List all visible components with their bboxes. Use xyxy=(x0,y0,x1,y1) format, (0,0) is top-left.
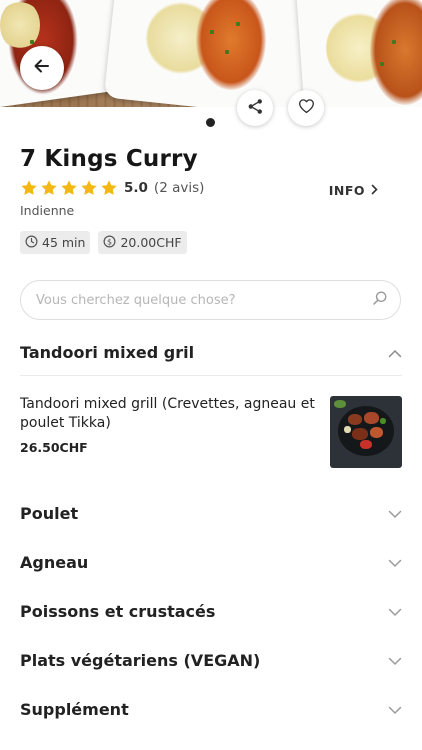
minimum-order-chip: $ 20.00CHF xyxy=(98,231,187,254)
back-button[interactable] xyxy=(20,46,64,90)
section-divider xyxy=(20,375,402,376)
rating-stars xyxy=(20,179,118,197)
section-supplement[interactable]: Supplément xyxy=(20,694,402,724)
section-label: Tandoori mixed gril xyxy=(20,342,195,362)
delivery-time-chip: 45 min xyxy=(20,231,91,254)
chevron-down-icon xyxy=(388,504,402,523)
cuisine-type: Indienne xyxy=(20,203,75,218)
share-icon xyxy=(247,98,264,119)
restaurant-name: 7 Kings Curry xyxy=(20,146,198,172)
section-poulet[interactable]: Poulet xyxy=(20,498,402,528)
dollar-circle-icon: $ xyxy=(103,235,116,251)
carousel-page-indicator xyxy=(206,118,215,127)
chevron-down-icon xyxy=(388,651,402,670)
clock-icon xyxy=(25,235,38,251)
arrow-left-icon xyxy=(32,56,52,80)
chevron-up-icon xyxy=(388,343,402,362)
restaurant-hero-image xyxy=(0,0,422,107)
star-icon xyxy=(61,180,77,195)
rating-value: 5.0 xyxy=(124,180,148,196)
chevron-down-icon xyxy=(388,602,402,621)
menu-item-name: Tandoori mixed grill (Crevettes, agneau … xyxy=(20,396,315,431)
menu-item-image xyxy=(330,396,402,468)
info-link[interactable]: INFO xyxy=(329,183,378,198)
star-icon xyxy=(81,180,97,195)
section-tandoori-mixed-gril[interactable]: Tandoori mixed gril xyxy=(20,338,402,366)
chevron-down-icon xyxy=(388,700,402,719)
minimum-order: 20.00CHF xyxy=(120,235,182,250)
rating-row: 5.0 (2 avis) xyxy=(20,179,204,197)
chevron-right-icon xyxy=(371,183,378,198)
search-icon[interactable] xyxy=(372,290,388,310)
section-poissons-et-crustaces[interactable]: Poissons et crustacés xyxy=(20,596,402,626)
section-label: Supplément xyxy=(20,699,129,719)
star-icon xyxy=(41,180,57,195)
favorite-button[interactable] xyxy=(288,90,324,126)
delivery-time: 45 min xyxy=(42,235,86,250)
menu-item-price: 26.50CHF xyxy=(20,440,88,455)
section-plats-vegetariens[interactable]: Plats végétariens (VEGAN) xyxy=(20,645,402,675)
info-label: INFO xyxy=(328,183,365,198)
chevron-down-icon xyxy=(388,553,402,572)
section-label: Poissons et crustacés xyxy=(20,601,216,621)
heart-icon xyxy=(298,98,315,118)
review-count: (2 avis) xyxy=(153,180,205,196)
section-label: Poulet xyxy=(20,503,79,523)
restaurant-meta-chips: 45 min $ 20.00CHF xyxy=(20,231,187,254)
section-label: Plats végétariens (VEGAN) xyxy=(20,650,261,670)
svg-text:$: $ xyxy=(107,237,112,246)
menu-item[interactable]: Tandoori mixed grill (Crevettes, agneau … xyxy=(20,395,402,469)
search-input[interactable] xyxy=(36,292,372,308)
menu-search-field[interactable] xyxy=(20,280,401,320)
star-icon xyxy=(21,180,37,195)
section-label: Agneau xyxy=(20,552,89,572)
star-icon xyxy=(101,180,117,195)
section-agneau[interactable]: Agneau xyxy=(20,547,402,577)
share-button[interactable] xyxy=(237,90,273,126)
